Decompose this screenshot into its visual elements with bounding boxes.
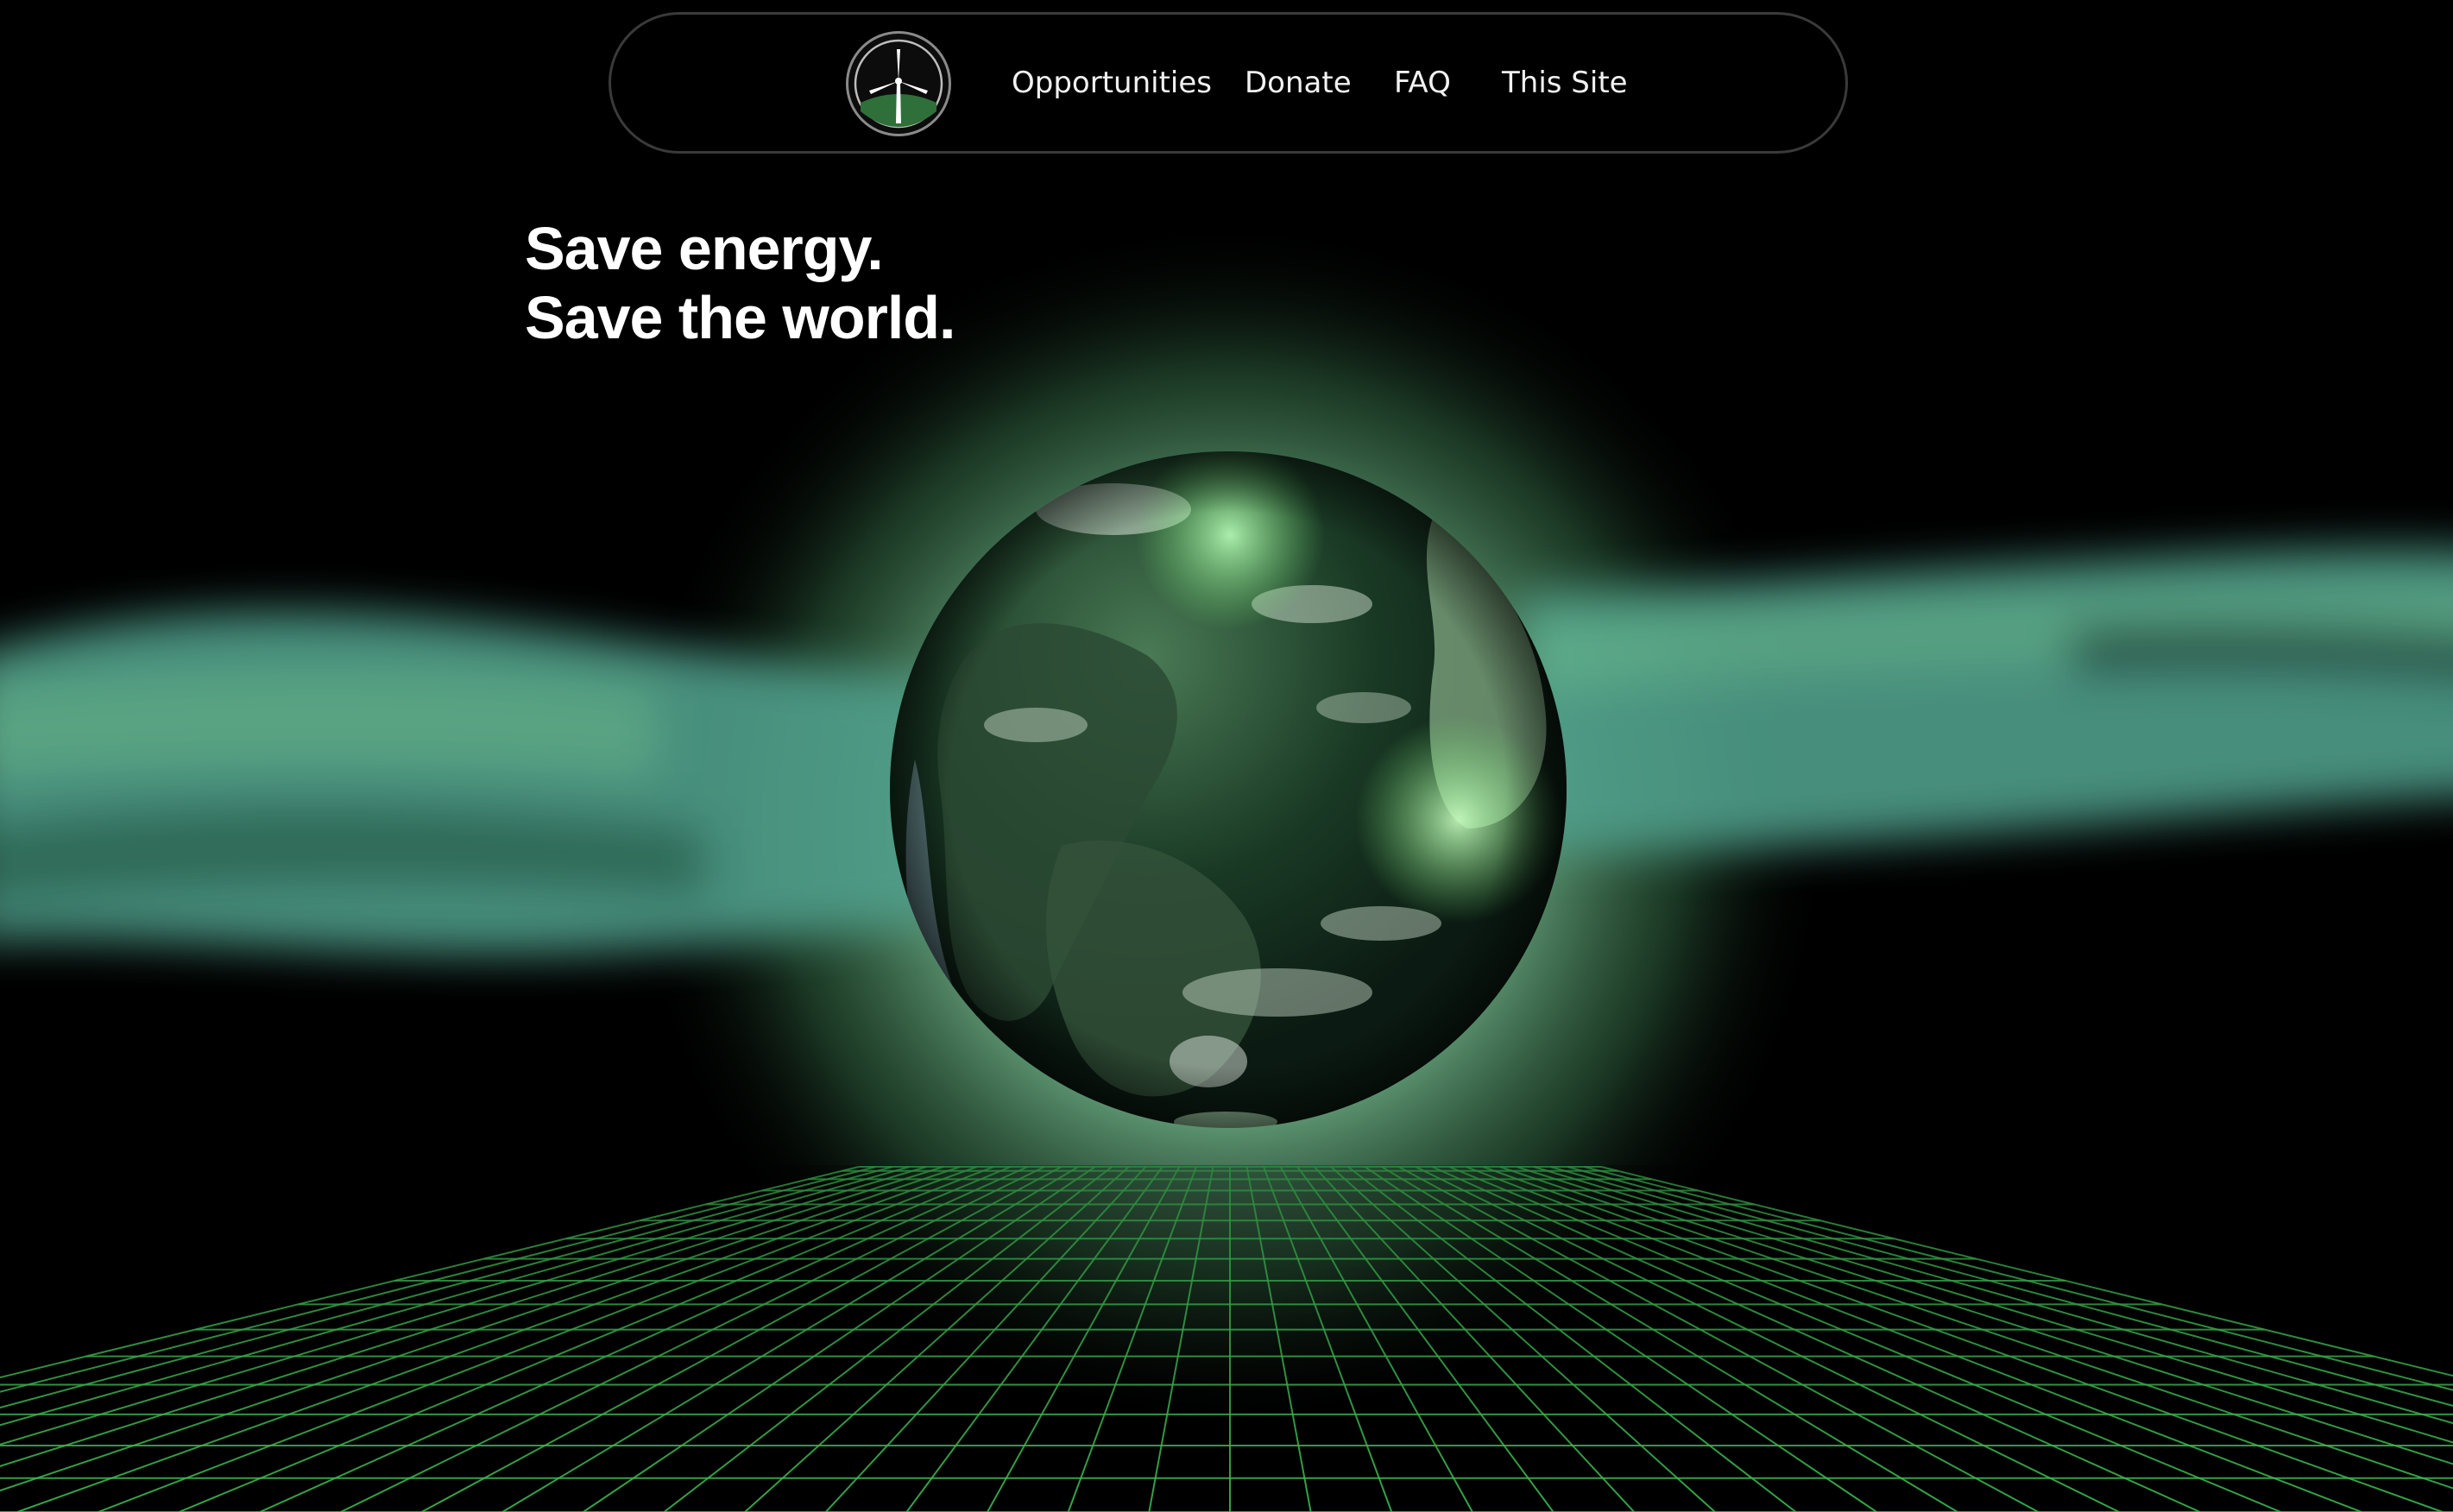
hero-headline: Save energy. Save the world. <box>525 214 955 352</box>
hero-headline-line-1: Save energy. <box>525 215 884 282</box>
nav-link-faq[interactable]: FAQ <box>1394 60 1451 105</box>
nav-link-donate[interactable]: Donate <box>1245 60 1352 105</box>
site-logo-button[interactable] <box>846 31 951 136</box>
hero-background <box>0 0 2453 1512</box>
nav-link-opportunities[interactable]: Opportunities <box>1012 60 1212 105</box>
hero-headline-line-2: Save the world. <box>525 284 955 351</box>
top-navigation-bar <box>609 12 1848 154</box>
nav-link-this-site[interactable]: This Site <box>1502 60 1628 105</box>
wind-turbine-icon <box>854 39 943 129</box>
